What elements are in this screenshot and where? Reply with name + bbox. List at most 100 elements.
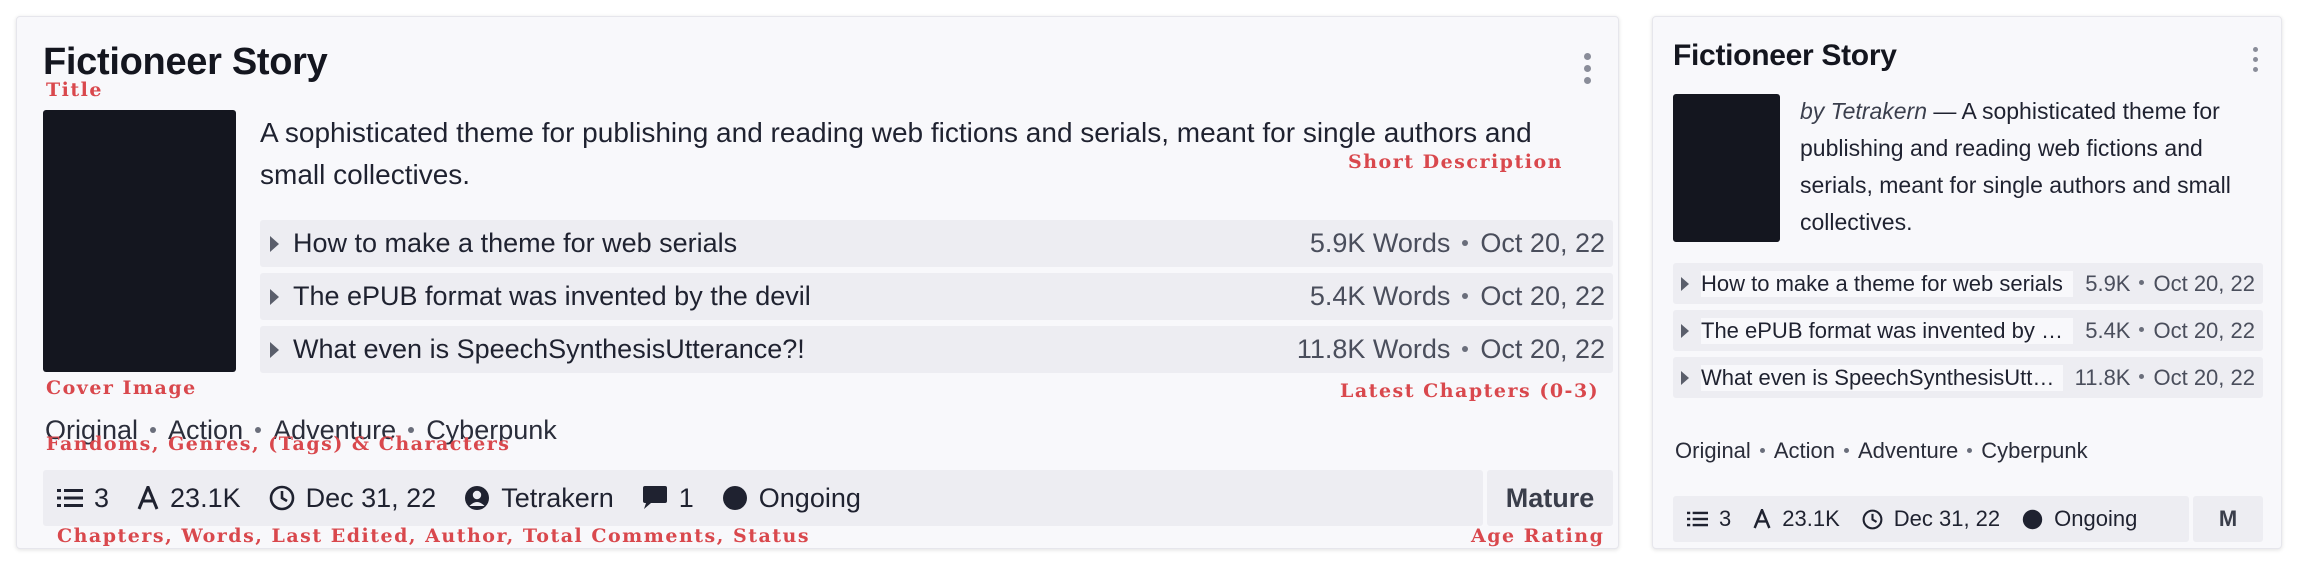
annotation-latest-chapters: Latest Chapters (0-3) <box>1340 380 1600 402</box>
chapter-title[interactable]: What even is SpeechSynthesisUtterance?! <box>1701 364 2063 391</box>
chapter-title[interactable]: How to make a theme for web serials <box>1701 270 2074 297</box>
more-vertical-icon[interactable] <box>2251 47 2259 72</box>
chapter-date: Oct 20, 22 <box>2153 317 2255 343</box>
age-rating-badge: M <box>2193 496 2263 542</box>
separator-dot <box>1462 345 1469 352</box>
font-icon <box>137 486 159 510</box>
chapter-count-value: 3 <box>94 482 110 513</box>
word-count: 23.1K <box>1753 506 1840 532</box>
author[interactable]: Tetrakern <box>464 483 614 514</box>
word-count-value: 23.1K <box>170 482 241 513</box>
story-footer: 3 23.1K Dec 31, 22 Ongoing M <box>1673 496 2263 542</box>
clock-icon <box>1862 509 1883 529</box>
separator-dot <box>1462 239 1469 246</box>
chapter-meta: 5.4K Words Oct 20, 22 <box>1298 281 1605 312</box>
story-status: Ongoing <box>722 483 861 514</box>
more-vertical-icon[interactable] <box>1583 53 1591 84</box>
separator-dot <box>2139 374 2145 380</box>
footer-stats: 3 23.1K Dec 31, 22 Tetrakern 1 Ongoing <box>43 470 1483 526</box>
annotation-footer-stats: Chapters, Words, Last Edited, Author, To… <box>57 525 811 547</box>
chapter-date: Oct 20, 22 <box>2153 364 2255 390</box>
comment-count-value: 1 <box>678 482 694 513</box>
chapter-item[interactable]: The ePUB format was invented by the devi… <box>260 273 1613 320</box>
separator-dot <box>2139 280 2145 286</box>
caret-right-icon <box>270 235 279 252</box>
tag-item[interactable]: Original <box>1675 438 1751 463</box>
chapter-item[interactable]: What even is SpeechSynthesisUtterance?! … <box>1673 357 2263 398</box>
chapter-words: 11.8K <box>2074 364 2131 390</box>
caret-right-icon <box>270 341 279 358</box>
annotation-cover-image: Cover Image <box>46 377 197 399</box>
chapter-meta: 11.8K Words Oct 20, 22 <box>1285 334 1605 365</box>
cover-image[interactable] <box>1673 94 1780 242</box>
story-status-value: Ongoing <box>758 482 861 513</box>
chapter-item[interactable]: How to make a theme for web serials 5.9K… <box>1673 263 2263 304</box>
chapter-item[interactable]: How to make a theme for web serials 5.9K… <box>260 220 1613 267</box>
chapter-title[interactable]: The ePUB format was invented by the devi… <box>293 281 1298 312</box>
annotation-taxonomies: Fandoms, Genres, (Tags) & Characters <box>46 433 511 455</box>
chapter-words: 5.9K <box>2085 270 2131 296</box>
last-edited-value: Dec 31, 22 <box>305 482 437 513</box>
separator-dot <box>1462 292 1469 299</box>
chapter-count-value: 3 <box>1719 506 1732 531</box>
caret-right-icon <box>270 288 279 305</box>
chapter-date: Oct 20, 22 <box>2153 270 2255 296</box>
user-circle-icon <box>465 486 490 510</box>
tag-item[interactable]: Cyberpunk <box>1981 438 2087 463</box>
status-circle-icon <box>2022 509 2043 529</box>
chapter-date: Oct 20, 22 <box>1480 334 1605 364</box>
cover-image[interactable] <box>43 110 236 372</box>
chapter-title[interactable]: The ePUB format was invented by the devi… <box>1701 317 2074 344</box>
story-card-small: Fictioneer Story by Tetrakern — A sophis… <box>1652 16 2282 549</box>
story-footer: 3 23.1K Dec 31, 22 Tetrakern 1 Ongoing M… <box>43 470 1613 526</box>
chapter-count: 3 <box>57 483 109 514</box>
story-title[interactable]: Fictioneer Story <box>1673 39 1897 73</box>
caret-right-icon <box>1681 323 1689 338</box>
separator-dot <box>2139 327 2145 333</box>
separator-dot <box>1843 447 1849 453</box>
caret-right-icon <box>1681 276 1689 291</box>
chapter-words: 5.9K Words <box>1309 228 1451 258</box>
story-status-value: Ongoing <box>2054 506 2138 531</box>
chapter-meta: 5.4K Oct 20, 22 <box>2073 318 2255 344</box>
author-byline[interactable]: by Tetrakern <box>1800 98 1927 124</box>
chapter-words: 11.8K Words <box>1296 334 1451 364</box>
separator-dot <box>408 426 415 433</box>
chapter-item[interactable]: What even is SpeechSynthesisUtterance?! … <box>260 326 1613 373</box>
separator-dot <box>255 426 262 433</box>
story-card-large: Fictioneer Story A sophisticated theme f… <box>16 16 1619 549</box>
latest-chapters-list: How to make a theme for web serials 5.9K… <box>260 220 1613 379</box>
tag-item[interactable]: Adventure <box>1858 438 1958 463</box>
footer-stats: 3 23.1K Dec 31, 22 Ongoing <box>1673 496 2189 542</box>
last-edited-value: Dec 31, 22 <box>1893 506 2001 531</box>
separator-dot <box>150 426 157 433</box>
chapter-date: Oct 20, 22 <box>1480 281 1605 311</box>
chapter-meta: 5.9K Oct 20, 22 <box>2073 271 2255 297</box>
chapter-count: 3 <box>1687 506 1731 532</box>
taxonomy-list: Original Action Adventure Cyberpunk <box>1675 438 2088 464</box>
age-rating-badge: Mature <box>1487 470 1613 526</box>
story-status: Ongoing <box>2022 506 2137 532</box>
annotation-title: Title <box>46 79 103 101</box>
status-circle-icon <box>722 486 747 510</box>
list-icon <box>57 489 83 507</box>
last-edited: Dec 31, 22 <box>1862 506 2000 532</box>
clock-icon <box>269 485 294 511</box>
separator-dot <box>1967 447 1973 453</box>
annotation-age-rating: Age Rating <box>1471 525 1605 547</box>
chapter-item[interactable]: The ePUB format was invented by the devi… <box>1673 310 2263 351</box>
word-count: 23.1K <box>137 483 241 514</box>
list-icon <box>1687 511 1708 527</box>
annotation-short-description: Short Description <box>1348 151 1563 173</box>
story-title[interactable]: Fictioneer Story <box>43 41 328 84</box>
chapter-words: 5.4K Words <box>1309 281 1451 311</box>
chapter-title[interactable]: What even is SpeechSynthesisUtterance?! <box>293 334 1285 365</box>
separator-dot <box>1759 447 1765 453</box>
chapter-title[interactable]: How to make a theme for web serials <box>293 228 1298 259</box>
author-name[interactable]: Tetrakern <box>501 483 614 514</box>
chapter-meta: 5.9K Words Oct 20, 22 <box>1298 228 1605 259</box>
chapter-meta: 11.8K Oct 20, 22 <box>2063 365 2255 391</box>
tag-item[interactable]: Action <box>1774 438 1835 463</box>
comment-icon <box>642 486 667 509</box>
word-count-value: 23.1K <box>1782 506 1840 531</box>
